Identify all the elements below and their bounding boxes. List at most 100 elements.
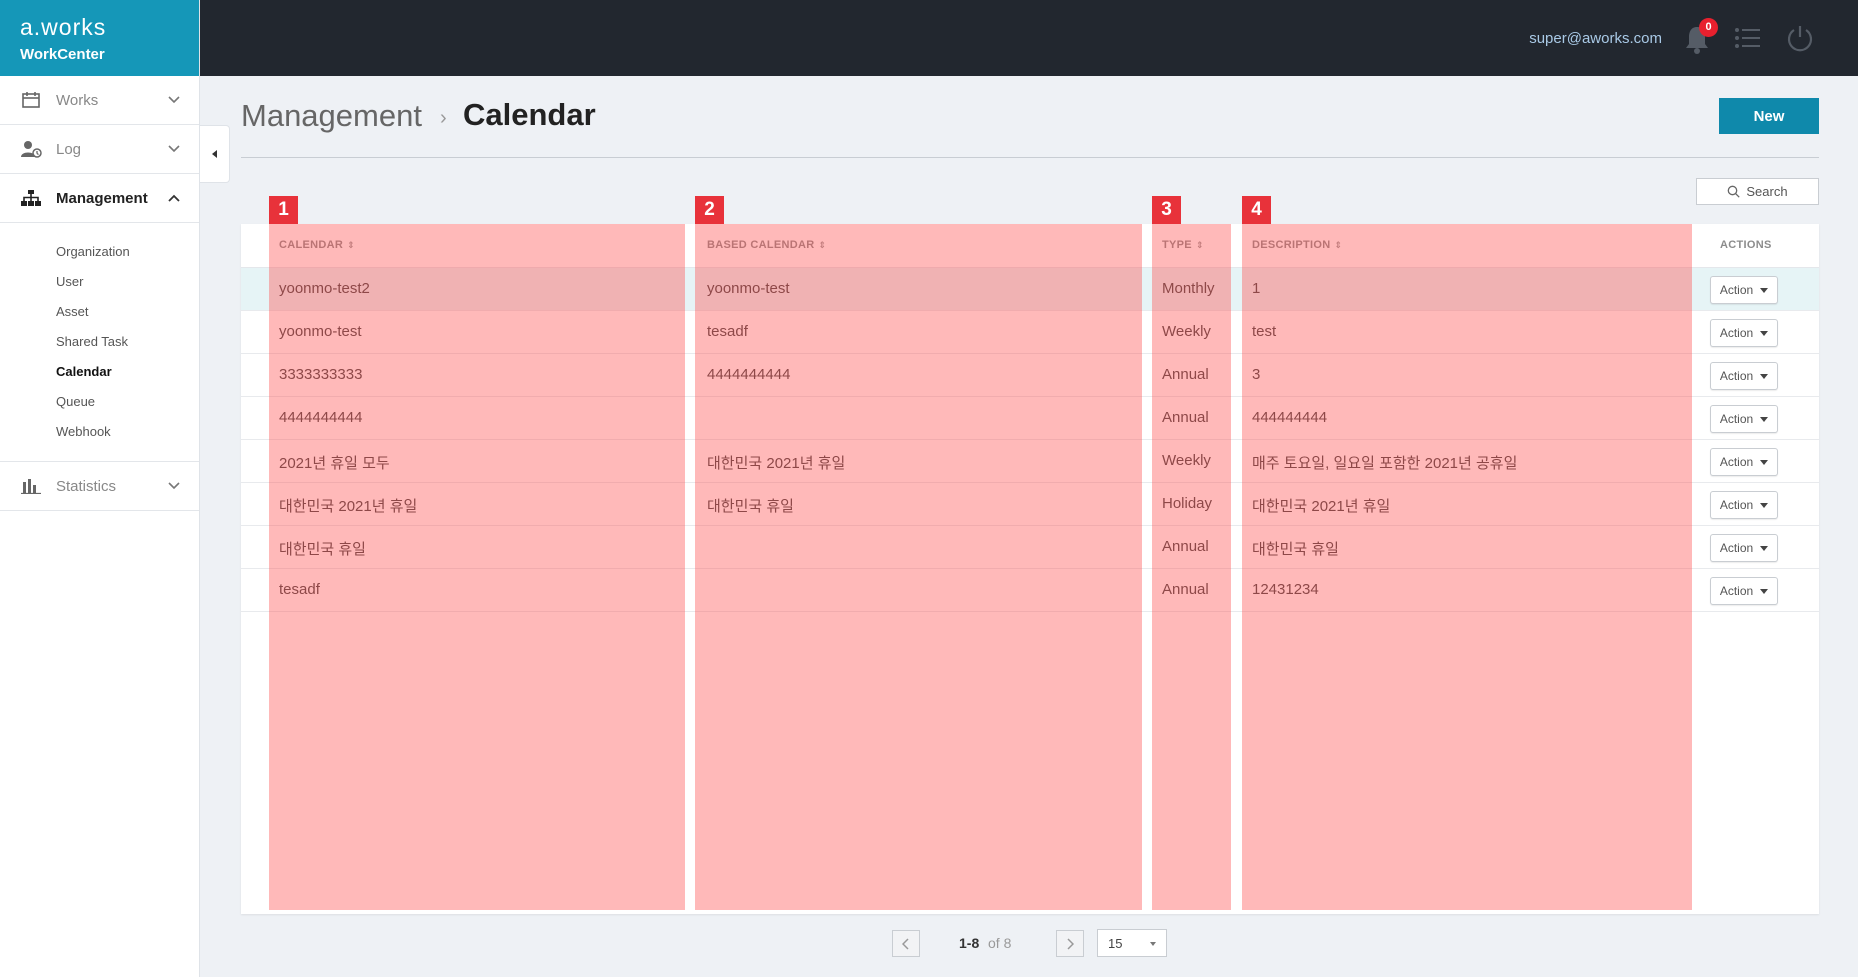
subnav-asset[interactable]: Asset <box>56 297 199 327</box>
caret-down-icon <box>1760 545 1769 551</box>
sidebar-item-statistics[interactable]: Statistics <box>0 462 199 511</box>
pagination-range: 1-8 <box>959 935 980 951</box>
table-row[interactable]: 3333333333 4444444444 Annual 3 Action <box>241 354 1819 397</box>
table-row[interactable]: 2021년 휴일 모두 대한민국 2021년 휴일 Weekly 매주 토요일,… <box>241 440 1819 483</box>
cell-calendar: tesadf <box>279 581 320 598</box>
highlight-label: 3 <box>1152 196 1181 224</box>
action-label: Action <box>1719 455 1754 469</box>
column-header-description[interactable]: DESCRIPTION ⇕ <box>1252 239 1342 251</box>
cell-calendar: 3333333333 <box>279 366 363 383</box>
column-header-label: BASED CALENDAR <box>707 239 815 251</box>
search-button[interactable]: Search <box>1696 178 1819 205</box>
page-size-value: 15 <box>1108 936 1123 951</box>
cell-calendar: 4444444444 <box>279 409 363 426</box>
subnav-webhook[interactable]: Webhook <box>56 417 199 447</box>
caret-down-icon <box>1760 287 1769 293</box>
table-row[interactable]: 대한민국 휴일 Annual 대한민국 휴일 Action <box>241 526 1819 569</box>
column-header-type[interactable]: TYPE ⇕ <box>1162 239 1204 251</box>
caret-down-icon <box>1760 459 1769 465</box>
table-header: CALENDAR ⇕ BASED CALENDAR ⇕ TYPE ⇕ DESCRIPT… <box>241 224 1819 268</box>
table-row[interactable]: yoonmo-test2 yoonmo-test Monthly 1 Actio… <box>241 268 1819 311</box>
cell-type: Annual <box>1162 538 1209 555</box>
caret-down-icon <box>1760 330 1769 336</box>
list-icon[interactable] <box>1734 26 1760 50</box>
cell-calendar: 대한민국 휴일 <box>279 541 366 558</box>
column-header-label: ACTIONS <box>1720 239 1772 251</box>
cell-calendar: yoonmo-test <box>279 323 362 340</box>
sidebar-item-label: Statistics <box>56 477 117 495</box>
sidebar-item-log[interactable]: Log <box>0 125 199 174</box>
action-label: Action <box>1719 584 1754 598</box>
action-dropdown-button[interactable]: Action <box>1710 319 1778 347</box>
caret-down-icon <box>1760 416 1769 422</box>
caret-down-icon <box>1760 502 1769 508</box>
topbar: super@aworks.com 0 <box>200 0 1858 76</box>
page-size-select[interactable]: 15 <box>1097 929 1167 957</box>
chevron-down-icon <box>168 145 180 153</box>
subnav-shared-task[interactable]: Shared Task <box>56 327 199 357</box>
table-row[interactable]: 대한민국 2021년 휴일 대한민국 휴일 Holiday 대한민국 2021년… <box>241 483 1819 526</box>
action-dropdown-button[interactable]: Action <box>1710 491 1778 519</box>
column-header-label: CALENDAR <box>279 239 344 251</box>
brand-logo: a.works <box>20 14 107 40</box>
action-dropdown-button[interactable]: Action <box>1710 362 1778 390</box>
new-button[interactable]: New <box>1719 98 1819 134</box>
column-header-calendar[interactable]: CALENDAR ⇕ <box>279 239 355 251</box>
subnav-user[interactable]: User <box>56 267 199 297</box>
chevron-left-icon <box>902 937 909 950</box>
cell-calendar: 대한민국 2021년 휴일 <box>279 498 418 515</box>
cell-description: 12431234 <box>1252 581 1319 598</box>
chevron-up-icon <box>168 194 180 202</box>
subnav-organization[interactable]: Organization <box>56 237 199 267</box>
caret-down-icon <box>1760 373 1769 379</box>
cell-based-calendar: yoonmo-test <box>707 280 790 297</box>
brand-product-name: WorkCenter <box>20 46 105 63</box>
column-header-based-calendar[interactable]: BASED CALENDAR ⇕ <box>707 239 826 251</box>
subnav-queue[interactable]: Queue <box>56 387 199 417</box>
action-dropdown-button[interactable]: Action <box>1710 405 1778 433</box>
search-button-label: Search <box>1746 184 1788 199</box>
cell-based-calendar: tesadf <box>707 323 748 340</box>
cell-type: Holiday <box>1162 495 1213 512</box>
cell-type: Annual <box>1162 366 1209 383</box>
cell-description: 3 <box>1252 366 1261 383</box>
prev-page-button[interactable] <box>892 930 920 957</box>
power-icon[interactable] <box>1786 24 1814 52</box>
caret-left-icon <box>211 150 217 158</box>
sidebar-item-label: Works <box>56 91 99 109</box>
action-label: Action <box>1719 541 1754 555</box>
chevron-right-icon <box>1067 937 1074 950</box>
page-header: Management › Calendar New <box>241 96 1819 158</box>
cell-type: Monthly <box>1162 280 1215 297</box>
sidebar-item-works[interactable]: Works <box>0 76 199 125</box>
user-email[interactable]: super@aworks.com <box>1529 30 1662 47</box>
action-dropdown-button[interactable]: Action <box>1710 534 1778 562</box>
cell-calendar: 2021년 휴일 모두 <box>279 455 390 472</box>
cell-description: test <box>1252 323 1277 340</box>
sort-icon: ⇕ <box>1334 240 1343 250</box>
user-log-icon <box>20 140 42 158</box>
table-row[interactable]: yoonmo-test tesadf Weekly test Action <box>241 311 1819 354</box>
highlight-label: 4 <box>1242 196 1271 224</box>
subnav-calendar[interactable]: Calendar <box>56 357 199 387</box>
action-dropdown-button[interactable]: Action <box>1710 448 1778 476</box>
table-row[interactable]: 4444444444 Annual 444444444 Action <box>241 397 1819 440</box>
action-dropdown-button[interactable]: Action <box>1710 276 1778 304</box>
brand-header[interactable]: a.works WorkCenter <box>0 0 199 76</box>
cell-description: 444444444 <box>1252 409 1328 426</box>
cell-type: Weekly <box>1162 452 1211 469</box>
sort-icon: ⇕ <box>1195 240 1204 250</box>
caret-down-icon <box>1760 588 1769 594</box>
bar-chart-icon <box>20 477 42 495</box>
sidebar-item-management[interactable]: Management <box>0 174 199 223</box>
breadcrumb-parent[interactable]: Management <box>241 98 422 134</box>
sidebar-item-label: Management <box>56 189 148 207</box>
cell-based-calendar: 대한민국 2021년 휴일 <box>707 455 846 472</box>
table-row[interactable]: tesadf Annual 12431234 Action <box>241 569 1819 612</box>
next-page-button[interactable] <box>1056 930 1084 957</box>
action-dropdown-button[interactable]: Action <box>1710 577 1778 605</box>
calendar-icon <box>20 91 42 109</box>
sidebar-collapse-button[interactable] <box>200 125 230 183</box>
action-label: Action <box>1719 326 1754 340</box>
cell-type: Annual <box>1162 409 1209 426</box>
